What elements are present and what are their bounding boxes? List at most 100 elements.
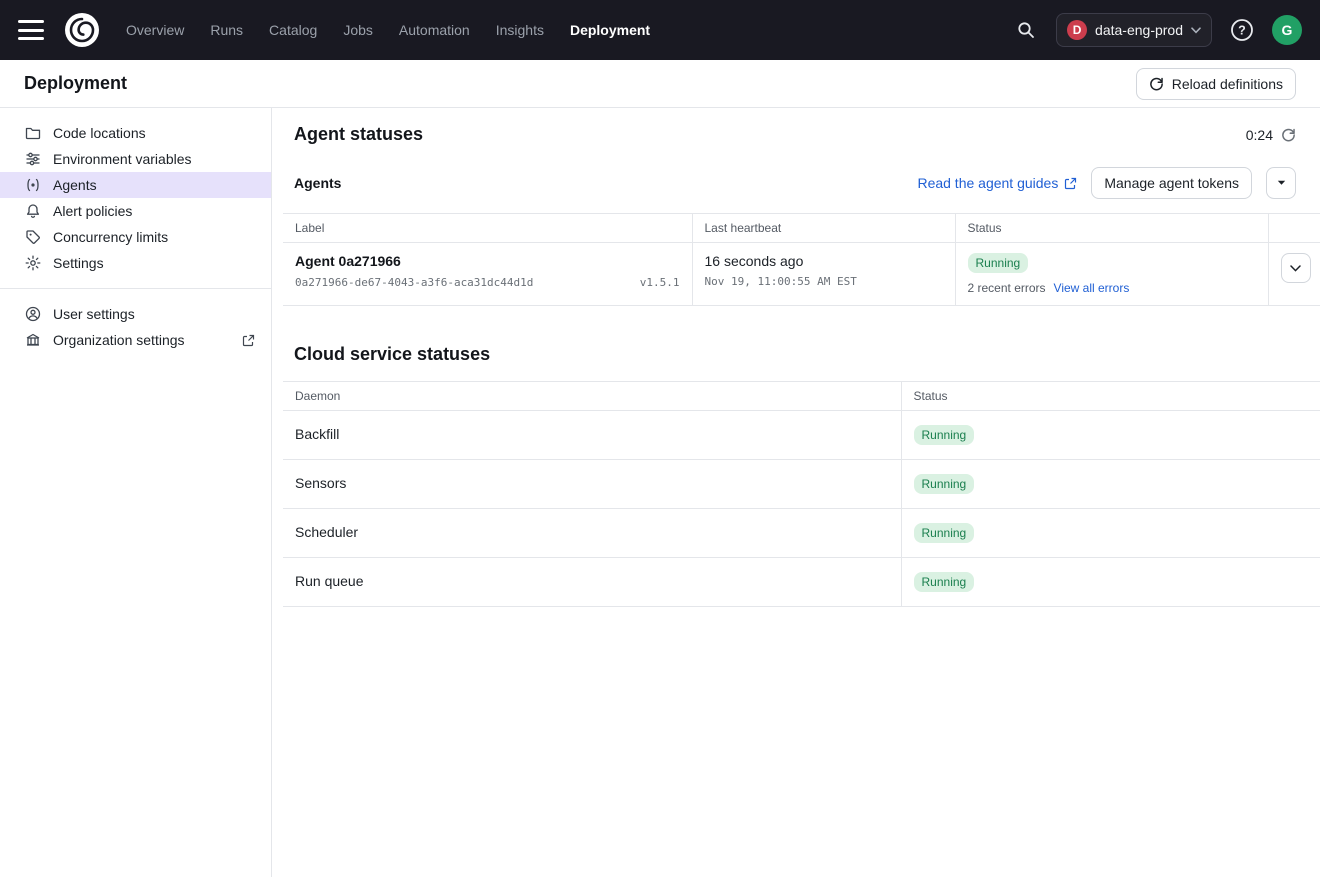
agent-guides-label: Read the agent guides <box>917 175 1058 191</box>
chevron-down-icon <box>1191 27 1201 34</box>
deployment-sidebar: Code locations Environment variables Age… <box>0 108 272 877</box>
refresh-countdown: 0:24 <box>1246 127 1296 143</box>
sidebar-item-agents[interactable]: Agents <box>0 172 271 198</box>
agent-row: Agent 0a271966 0a271966-de67-4043-a3f6-a… <box>283 243 1320 306</box>
cloud-service-statuses-title: Cloud service statuses <box>272 344 1320 365</box>
main-nav: Overview Runs Catalog Jobs Automation In… <box>126 22 650 38</box>
top-nav: Overview Runs Catalog Jobs Automation In… <box>0 0 1320 60</box>
reload-definitions-label: Reload definitions <box>1172 76 1283 92</box>
sidebar-item-label: Concurrency limits <box>53 229 168 245</box>
daemon-name: Backfill <box>295 426 339 442</box>
agent-version: v1.5.1 <box>640 276 680 289</box>
daemon-row-scheduler: Scheduler Running <box>283 509 1320 558</box>
reload-icon <box>1149 76 1164 91</box>
help-icon[interactable]: ? <box>1226 14 1258 46</box>
svg-text:?: ? <box>1238 23 1246 37</box>
user-avatar[interactable]: G <box>1272 15 1302 45</box>
gear-icon <box>24 254 42 272</box>
nav-item-deployment[interactable]: Deployment <box>570 22 650 38</box>
heartbeat-timestamp: Nov 19, 11:00:55 AM EST <box>705 275 943 288</box>
nav-item-catalog[interactable]: Catalog <box>269 22 317 38</box>
hamburger-menu-icon[interactable] <box>18 20 44 40</box>
external-link-icon <box>1064 177 1077 190</box>
daemon-name: Scheduler <box>295 524 358 540</box>
page-header: Deployment Reload definitions <box>0 60 1320 108</box>
sidebar-item-label: Agents <box>53 177 97 193</box>
deployment-badge: D <box>1067 20 1087 40</box>
app-root: Overview Runs Catalog Jobs Automation In… <box>0 0 1320 877</box>
sidebar-item-environment-variables[interactable]: Environment variables <box>0 146 271 172</box>
heartbeat-relative: 16 seconds ago <box>705 253 943 269</box>
status-badge: Running <box>914 523 975 543</box>
top-nav-right: D data-eng-prod ? G <box>1010 13 1302 47</box>
search-icon[interactable] <box>1010 14 1042 46</box>
nav-item-jobs[interactable]: Jobs <box>343 22 373 38</box>
sidebar-item-concurrency-limits[interactable]: Concurrency limits <box>0 224 271 250</box>
sidebar-divider <box>0 288 271 289</box>
agent-name: Agent 0a271966 <box>295 253 680 269</box>
tag-icon <box>24 228 42 246</box>
external-link-icon <box>242 334 255 347</box>
daemon-name: Sensors <box>295 475 346 491</box>
sidebar-item-label: User settings <box>53 306 135 322</box>
daemon-row-backfill: Backfill Running <box>283 411 1320 460</box>
manage-agent-tokens-label: Manage agent tokens <box>1104 175 1239 191</box>
nav-item-insights[interactable]: Insights <box>496 22 544 38</box>
sidebar-item-code-locations[interactable]: Code locations <box>0 120 271 146</box>
column-header-label: Label <box>283 214 692 243</box>
cloud-services-table: Daemon Status Backfill Running Sensors R… <box>283 381 1320 607</box>
page-title: Deployment <box>24 73 127 94</box>
column-header-status: Status <box>901 382 1320 411</box>
folder-icon <box>24 124 42 142</box>
sidebar-item-label: Settings <box>53 255 104 271</box>
sidebar-item-label: Organization settings <box>53 332 185 348</box>
caret-down-icon <box>1277 180 1286 186</box>
main-content: Agent statuses 0:24 Agents Read the agen… <box>272 108 1320 877</box>
bell-icon <box>24 202 42 220</box>
agent-guides-link[interactable]: Read the agent guides <box>917 175 1077 191</box>
column-header-actions <box>1268 214 1320 243</box>
agents-more-actions-button[interactable] <box>1266 167 1296 199</box>
daemon-name: Run queue <box>295 573 364 589</box>
chevron-down-icon <box>1290 265 1301 272</box>
dagster-logo-icon[interactable] <box>64 12 100 48</box>
status-badge: Running <box>914 572 975 592</box>
countdown-value: 0:24 <box>1246 127 1273 143</box>
reload-definitions-button[interactable]: Reload definitions <box>1136 68 1296 100</box>
column-header-status: Status <box>955 214 1268 243</box>
agent-statuses-title: Agent statuses <box>294 124 423 145</box>
agents-subtitle: Agents <box>294 175 341 191</box>
column-header-daemon: Daemon <box>283 382 901 411</box>
sidebar-item-organization-settings[interactable]: Organization settings <box>0 327 271 353</box>
agents-table: Label Last heartbeat Status Agent 0a2719… <box>283 213 1320 306</box>
user-icon <box>24 305 42 323</box>
nav-item-automation[interactable]: Automation <box>399 22 470 38</box>
status-badge: Running <box>914 425 975 445</box>
sidebar-item-user-settings[interactable]: User settings <box>0 301 271 327</box>
sidebar-item-settings[interactable]: Settings <box>0 250 271 276</box>
sidebar-item-label: Environment variables <box>53 151 192 167</box>
recent-errors-text: 2 recent errors <box>968 281 1046 295</box>
manage-agent-tokens-button[interactable]: Manage agent tokens <box>1091 167 1252 199</box>
agent-row-expand-button[interactable] <box>1281 253 1311 283</box>
refresh-icon[interactable] <box>1281 127 1296 142</box>
nav-item-runs[interactable]: Runs <box>210 22 243 38</box>
agent-id: 0a271966-de67-4043-a3f6-aca31dc44d1d <box>295 276 533 289</box>
sliders-icon <box>24 150 42 168</box>
agents-table-header-row: Label Last heartbeat Status <box>283 214 1320 243</box>
daemon-row-sensors: Sensors Running <box>283 460 1320 509</box>
sidebar-item-label: Alert policies <box>53 203 132 219</box>
cloud-table-header-row: Daemon Status <box>283 382 1320 411</box>
deployment-name: data-eng-prod <box>1095 22 1183 38</box>
organization-icon <box>24 331 42 349</box>
status-badge: Running <box>968 253 1029 273</box>
sidebar-item-label: Code locations <box>53 125 146 141</box>
status-badge: Running <box>914 474 975 494</box>
column-header-heartbeat: Last heartbeat <box>692 214 955 243</box>
view-all-errors-link[interactable]: View all errors <box>1054 281 1130 295</box>
deployment-switcher[interactable]: D data-eng-prod <box>1056 13 1212 47</box>
sidebar-item-alert-policies[interactable]: Alert policies <box>0 198 271 224</box>
daemon-row-run-queue: Run queue Running <box>283 558 1320 607</box>
agent-icon <box>24 176 42 194</box>
nav-item-overview[interactable]: Overview <box>126 22 184 38</box>
